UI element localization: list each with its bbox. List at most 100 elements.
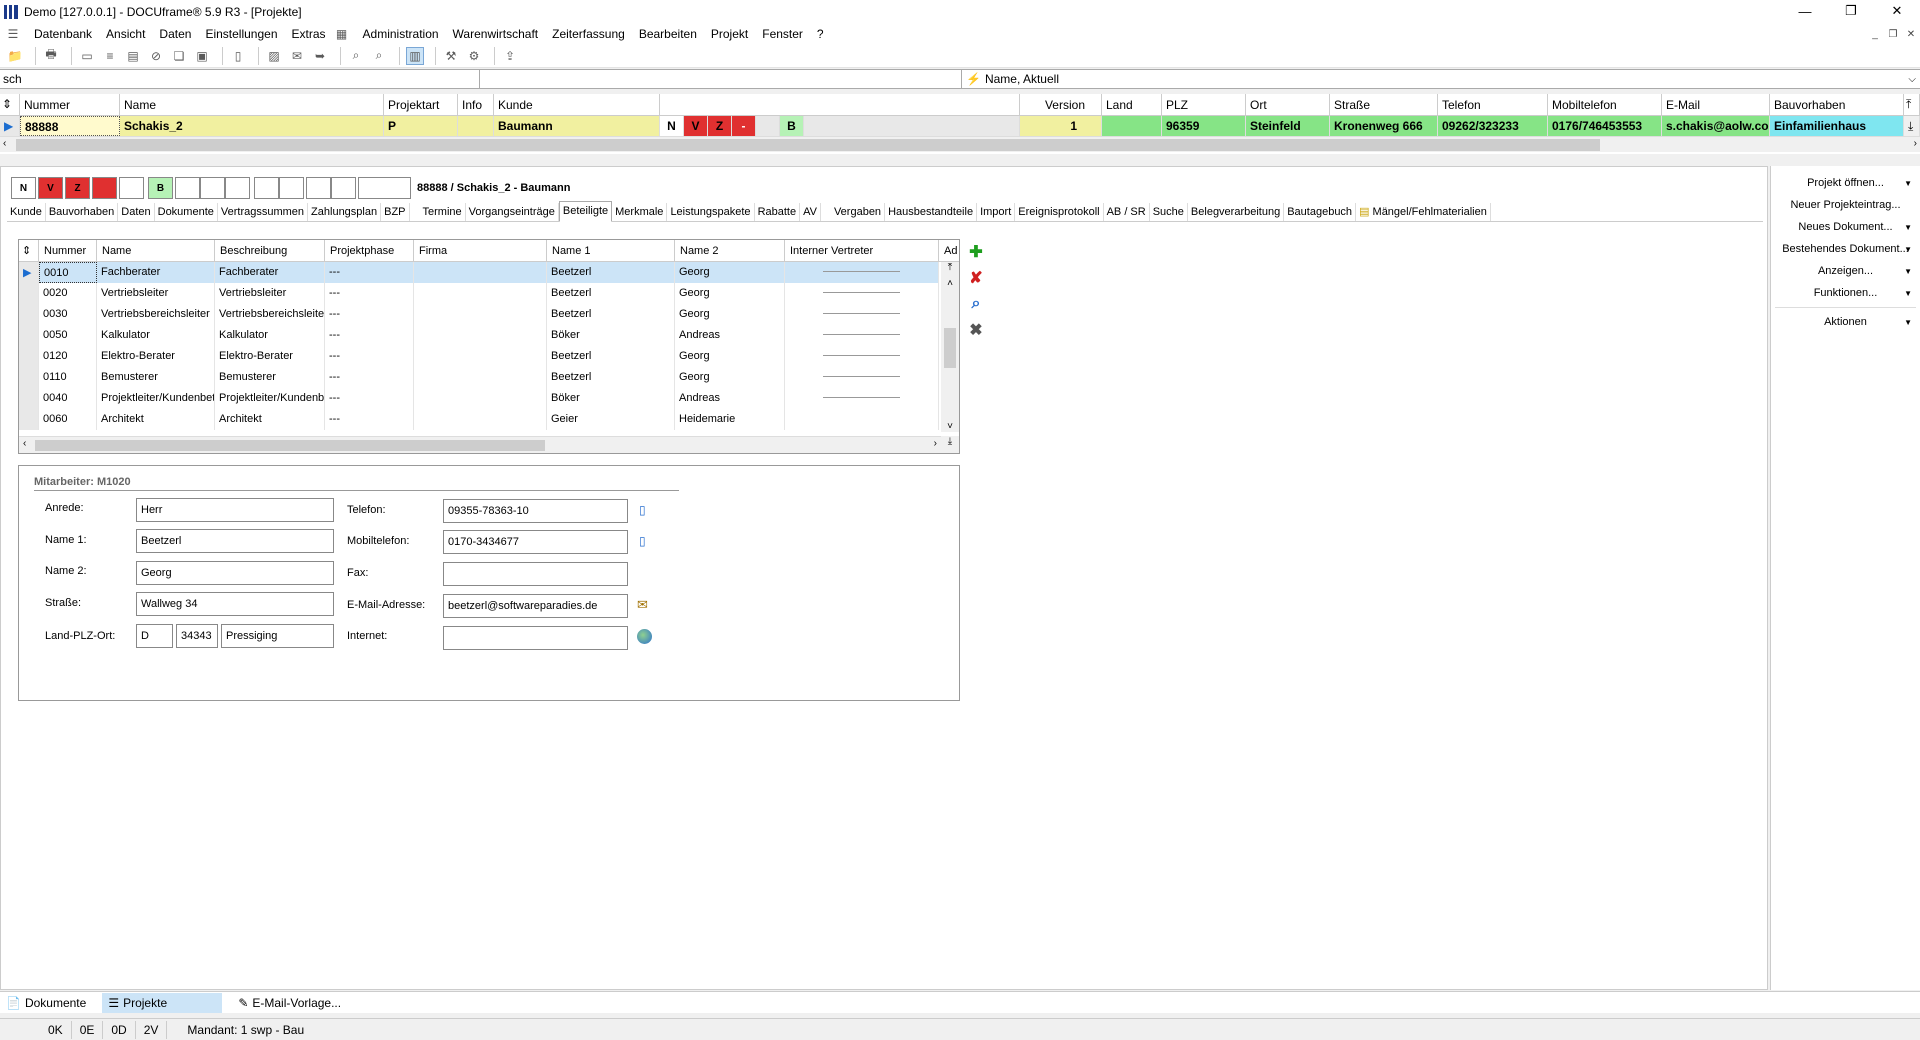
table-row[interactable]: 0020 Vertriebsleiter Vertriebsleiter ---… [19,283,939,304]
cell-firma[interactable] [414,283,547,304]
mobil-field[interactable]: 0170-3434677 [443,530,628,554]
tab-bautagebuch[interactable]: Bautagebuch [1284,203,1357,221]
cell-ort[interactable]: Steinfeld [1246,116,1330,136]
folder-icon[interactable]: ▨ [265,47,283,65]
cell-projektphase[interactable]: --- [325,388,414,409]
tab-ab-sr[interactable]: AB / SR [1104,203,1150,221]
cell-name[interactable]: Architekt [97,409,215,430]
close-icon[interactable]: ✖ [964,317,988,343]
cell-name1[interactable]: Geier [547,409,675,430]
col-flags[interactable] [660,94,1020,116]
cell-kunde[interactable]: Baumann [494,116,660,136]
scroll-bottom-icon[interactable]: ⤓ [941,436,959,453]
scrollbar-thumb[interactable] [35,440,545,451]
cell-name[interactable]: Fachberater [97,262,215,283]
cell-name2[interactable]: Georg [675,346,785,367]
anzeigen-button[interactable]: Anzeigen... ▼ [1771,260,1920,282]
copy-icon[interactable]: ❏ [170,47,188,65]
cell-name2[interactable]: Andreas [675,325,785,346]
col-plz[interactable]: PLZ [1162,94,1246,116]
anrede-field[interactable]: Herr [136,498,334,522]
tab-belegverarbeitung[interactable]: Belegverarbeitung [1188,203,1285,221]
menu-extras[interactable]: Extras [285,27,333,41]
cell-nummer[interactable]: 88888 [20,116,120,136]
window-tab-dokumente[interactable]: 📄 Dokumente [0,993,92,1013]
cell-name[interactable]: Kalkulator [97,325,215,346]
cell-beschreibung[interactable]: Kalkulator [215,325,325,346]
cell-firma[interactable] [414,367,547,388]
menu-help[interactable]: ? [810,27,831,41]
cell-firma[interactable] [414,304,547,325]
mail-icon[interactable]: ✉ [288,47,306,65]
print-icon[interactable]: 🖶 [42,47,60,65]
tab-vergaben[interactable]: Vergaben [831,203,886,221]
col-nummer[interactable]: Nummer [20,94,120,116]
add-icon[interactable]: ✚ [964,239,988,265]
cell-nummer[interactable]: 0120 [39,346,97,367]
cell-nummer[interactable]: 0050 [39,325,97,346]
email-field[interactable]: beetzerl@softwareparadies.de [443,594,628,618]
col-land[interactable]: Land [1102,94,1162,116]
chevron-left-icon[interactable]: ‹ [23,438,26,449]
cell-name1[interactable]: Beetzerl [547,283,675,304]
cell-vertreter[interactable] [785,262,939,283]
view-toggle-icon[interactable]: ▥ [406,46,424,65]
cell-strasse[interactable]: Kronenweg 666 [1330,116,1438,136]
col-name[interactable]: Name [97,240,215,262]
fax-field[interactable] [443,562,628,586]
cell-vertreter[interactable] [785,346,939,367]
menu-warenwirtschaft[interactable]: Warenwirtschaft [446,27,546,41]
cell-vertreter[interactable] [785,283,939,304]
cell-beschreibung[interactable]: Fachberater [215,262,325,283]
close-button[interactable]: ✕ [1874,0,1920,22]
cell-mobil[interactable]: 0176/746453553 [1548,116,1662,136]
cell-version[interactable]: 1 [1020,116,1102,136]
cell-name2[interactable]: Georg [675,262,785,283]
col-name1[interactable]: Name 1 [547,240,675,262]
menu-ansicht[interactable]: Ansicht [99,27,152,41]
row-nav-icon[interactable]: ⇕ [19,240,39,262]
scrollbar-thumb[interactable] [16,139,1600,151]
cell-nummer[interactable]: 0110 [39,367,97,388]
table-row[interactable]: 0110 Bemusterer Bemusterer --- Beetzerl … [19,367,939,388]
cell-firma[interactable] [414,325,547,346]
cell-vertreter[interactable] [785,367,939,388]
sort-select[interactable]: ⚡ Name, Aktuell ⌵ [962,70,1920,88]
cell-info[interactable] [458,116,494,136]
menu-zeiterfassung[interactable]: Zeiterfassung [545,27,632,41]
cell-name2[interactable]: Andreas [675,388,785,409]
projekt-oeffnen-button[interactable]: Projekt öffnen... ▼ [1771,172,1920,194]
col-projektart[interactable]: Projektart [384,94,458,116]
globe-icon[interactable] [637,629,652,644]
table-row[interactable]: 0030 Vertriebsbereichsleiter Vertriebsbe… [19,304,939,325]
col-ort[interactable]: Ort [1246,94,1330,116]
delete-icon[interactable]: ✘ [964,265,988,291]
vertical-scrollbar[interactable]: ⤒ ˄ ˅ [941,262,959,432]
note-icon[interactable]: ▤ [124,47,142,65]
cell-name1[interactable]: Beetzerl [547,367,675,388]
cell-beschreibung[interactable]: Vertriebsbereichsleite [215,304,325,325]
name1-field[interactable]: Beetzerl [136,529,334,553]
settings-icon[interactable]: ⚙ [465,47,483,65]
col-nummer[interactable]: Nummer [39,240,97,262]
tab-av[interactable]: AV [800,203,821,221]
tab-bzp[interactable]: BZP [381,203,410,221]
cell-email[interactable]: s.chakis@aolw.cor [1662,116,1770,136]
cell-name2[interactable]: Georg [675,283,785,304]
neuer-projekteintrag-button[interactable]: Neuer Projekteintrag... [1771,194,1920,216]
col-bauvorhaben[interactable]: Bauvorhaben [1770,94,1904,116]
col-strasse[interactable]: Straße [1330,94,1438,116]
window-tab-projekte[interactable]: ☰ Projekte [102,992,223,1013]
col-version[interactable]: Version [1020,94,1102,116]
table-row[interactable]: 0050 Kalkulator Kalkulator --- Böker And… [19,325,939,346]
cell-name[interactable]: Projektleiter/Kundenbet [97,388,215,409]
cell-beschreibung[interactable]: Elektro-Berater [215,346,325,367]
menu-datenbank[interactable]: Datenbank [27,27,99,41]
cell-name[interactable]: Vertriebsbereichsleiter [97,304,215,325]
cell-beschreibung[interactable]: Bemusterer [215,367,325,388]
mdi-minimize-button[interactable]: _ [1866,24,1884,44]
attach-icon[interactable]: ⊘ [147,47,165,65]
cell-projektphase[interactable]: --- [325,262,414,283]
plz-field[interactable]: 34343 [176,624,218,648]
cell-firma[interactable] [414,409,547,430]
